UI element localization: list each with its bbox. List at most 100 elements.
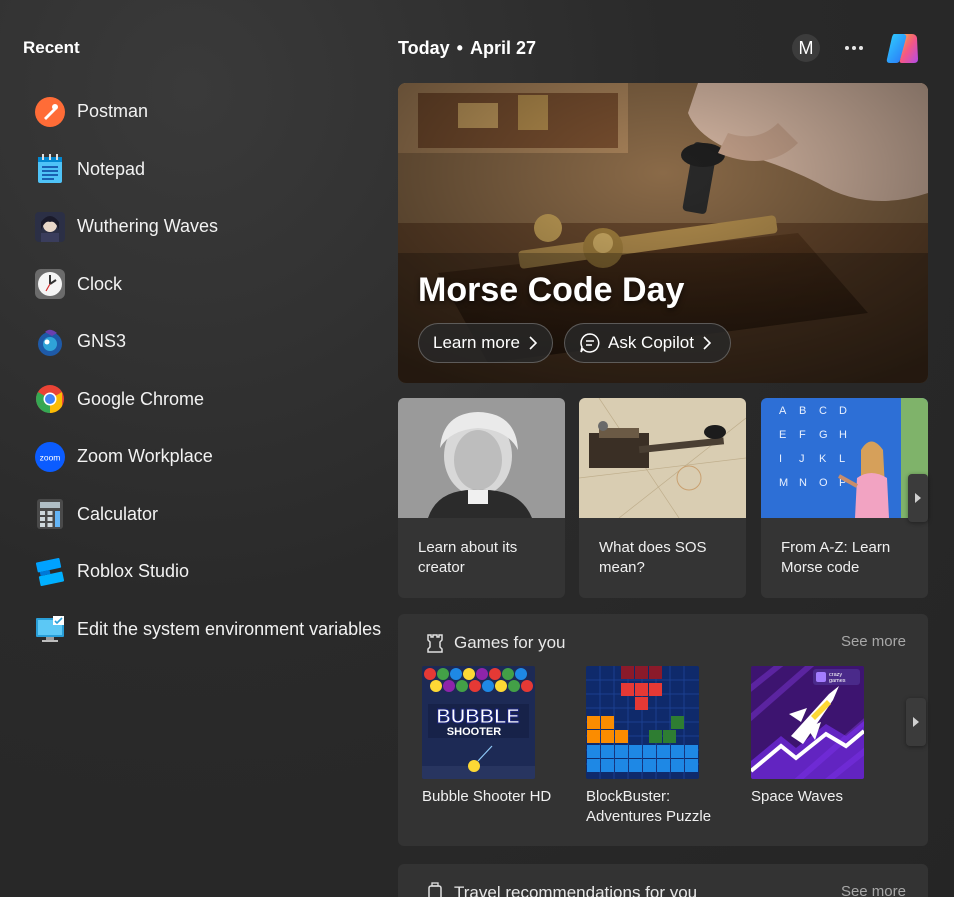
recent-item-label: Edit the system environment variables xyxy=(77,618,382,639)
svg-text:K: K xyxy=(819,453,827,465)
svg-text:C: C xyxy=(819,405,827,417)
learn-more-button[interactable]: Learn more xyxy=(418,323,553,363)
recent-item-label: GNS3 xyxy=(77,331,127,352)
games-title: Games for you xyxy=(454,633,566,652)
recent-item-label: Google Chrome xyxy=(77,388,205,409)
roblox-studio-icon xyxy=(34,556,65,587)
system-settings-icon xyxy=(34,614,65,645)
games-panel: Games for you See more BUBBLE SHOOTER Bu… xyxy=(398,614,928,846)
recent-item-zoom-workplace[interactable]: zoom Zoom Workplace xyxy=(34,428,384,486)
zoom-icon: zoom xyxy=(34,441,65,472)
recent-item-label: Wuthering Waves xyxy=(77,216,219,237)
svg-text:zoom: zoom xyxy=(39,452,60,462)
game-space-waves[interactable]: crazy games Space Waves xyxy=(751,666,891,807)
recent-list: Postman Notepad Wuthering Waves Clock GN… xyxy=(34,83,384,658)
recent-item-system-environment-variables[interactable]: Edit the system environment variables xyxy=(34,601,384,659)
gns3-icon xyxy=(34,326,65,357)
recent-item-clock[interactable]: Clock xyxy=(34,256,384,314)
date-label: April 27 xyxy=(469,38,537,58)
recent-item-calculator[interactable]: Calculator xyxy=(34,486,384,544)
avatar[interactable]: M xyxy=(792,34,820,62)
recent-item-label: Notepad xyxy=(77,158,146,179)
svg-text:H: H xyxy=(839,429,847,441)
recent-item-label: Postman xyxy=(77,101,149,122)
chevron-right-icon xyxy=(529,336,537,350)
svg-text:D: D xyxy=(839,405,847,417)
chevron-right-icon xyxy=(703,336,711,350)
svg-text:A: A xyxy=(779,405,787,417)
postman-icon xyxy=(34,96,65,127)
svg-text:L: L xyxy=(839,453,845,465)
svg-text:N: N xyxy=(799,477,807,489)
recent-item-notepad[interactable]: Notepad xyxy=(34,141,384,199)
more-dot xyxy=(852,46,856,50)
caret-right-icon xyxy=(915,493,921,503)
chess-rook-icon xyxy=(424,632,446,654)
game-bubble-shooter[interactable]: BUBBLE SHOOTER Bubble Shooter HD xyxy=(422,666,562,807)
card-sos[interactable]: What does SOS mean? xyxy=(579,398,746,598)
travel-panel: Travel recommendations for you See more xyxy=(398,864,928,897)
chat-bubble-icon xyxy=(580,333,600,353)
space-waves-thumbnail: crazy games xyxy=(751,666,864,779)
notepad-icon xyxy=(34,154,65,185)
luggage-icon xyxy=(424,881,446,897)
ask-copilot-button[interactable]: Ask Copilot xyxy=(564,323,731,363)
recent-item-gns3[interactable]: GNS3 xyxy=(34,313,384,371)
hero-title: Morse Code Day xyxy=(418,271,685,309)
cards-scroll-right-button[interactable] xyxy=(908,474,928,522)
card-text: What does SOS mean? xyxy=(599,539,707,576)
calculator-icon xyxy=(34,499,65,530)
travel-see-more-link[interactable]: See more xyxy=(841,883,906,897)
recent-item-wuthering-waves[interactable]: Wuthering Waves xyxy=(34,198,384,256)
more-dot xyxy=(845,46,849,50)
game-blockbuster[interactable]: BlockBuster: Adventures Puzzle xyxy=(586,666,726,827)
svg-text:B: B xyxy=(799,405,806,417)
travel-title: Travel recommendations for you xyxy=(454,883,698,897)
clock-icon xyxy=(34,269,65,300)
date-heading: Today • April 27 xyxy=(398,38,536,59)
blockbuster-thumbnail xyxy=(586,666,699,779)
copilot-button[interactable] xyxy=(882,28,922,68)
separator-dot: • xyxy=(456,38,463,58)
portrait-image xyxy=(398,398,565,518)
card-learn-morse[interactable]: ABCD EFGH IJKL MNOP From A-Z: Learn Mors… xyxy=(761,398,928,598)
game-label: Space Waves xyxy=(751,788,843,805)
game-label: Bubble Shooter HD xyxy=(422,788,552,805)
crazy-games-badge-2: games xyxy=(829,678,846,684)
card-creator[interactable]: Learn about its creator xyxy=(398,398,565,598)
recent-item-label: Roblox Studio xyxy=(77,561,190,582)
game-label: BlockBuster: Adventures Puzzle xyxy=(586,788,712,825)
svg-text:M: M xyxy=(779,477,788,489)
bubble-thumb-title: BUBBLE xyxy=(436,706,519,728)
recent-item-label: Clock xyxy=(77,273,123,294)
bubble-shooter-thumbnail: BUBBLE SHOOTER xyxy=(422,666,535,779)
svg-text:O: O xyxy=(819,477,828,489)
bubble-thumb-sub: SHOOTER xyxy=(447,726,501,738)
learn-more-label: Learn more xyxy=(433,333,520,352)
morse-board-image: ABCD EFGH IJKL MNOP xyxy=(761,398,928,518)
hero-card[interactable]: Morse Code Day Learn more Ask Copilot xyxy=(398,83,928,383)
games-scroll-right-button[interactable] xyxy=(906,698,926,746)
card-text: From A-Z: Learn Morse code xyxy=(781,539,891,576)
ask-copilot-label: Ask Copilot xyxy=(608,333,694,352)
caret-right-icon xyxy=(913,717,919,727)
card-text: Learn about its creator xyxy=(418,539,518,576)
telegraph-map-image xyxy=(579,398,746,518)
recent-item-roblox-studio[interactable]: Roblox Studio xyxy=(34,543,384,601)
svg-text:E: E xyxy=(779,429,786,441)
svg-text:J: J xyxy=(799,453,805,465)
recent-heading: Recent xyxy=(23,38,80,57)
wuthering-waves-icon xyxy=(34,211,65,242)
svg-text:G: G xyxy=(819,429,828,441)
more-options-button[interactable] xyxy=(842,36,866,60)
chrome-icon xyxy=(34,384,65,415)
games-see-more-link[interactable]: See more xyxy=(841,633,906,650)
recent-item-label: Calculator xyxy=(77,503,159,524)
recent-item-label: Zoom Workplace xyxy=(77,446,213,467)
svg-text:F: F xyxy=(799,429,806,441)
today-label: Today xyxy=(398,38,450,58)
recent-item-google-chrome[interactable]: Google Chrome xyxy=(34,371,384,429)
more-dot xyxy=(859,46,863,50)
recent-item-postman[interactable]: Postman xyxy=(34,83,384,141)
copilot-icon xyxy=(886,34,918,63)
